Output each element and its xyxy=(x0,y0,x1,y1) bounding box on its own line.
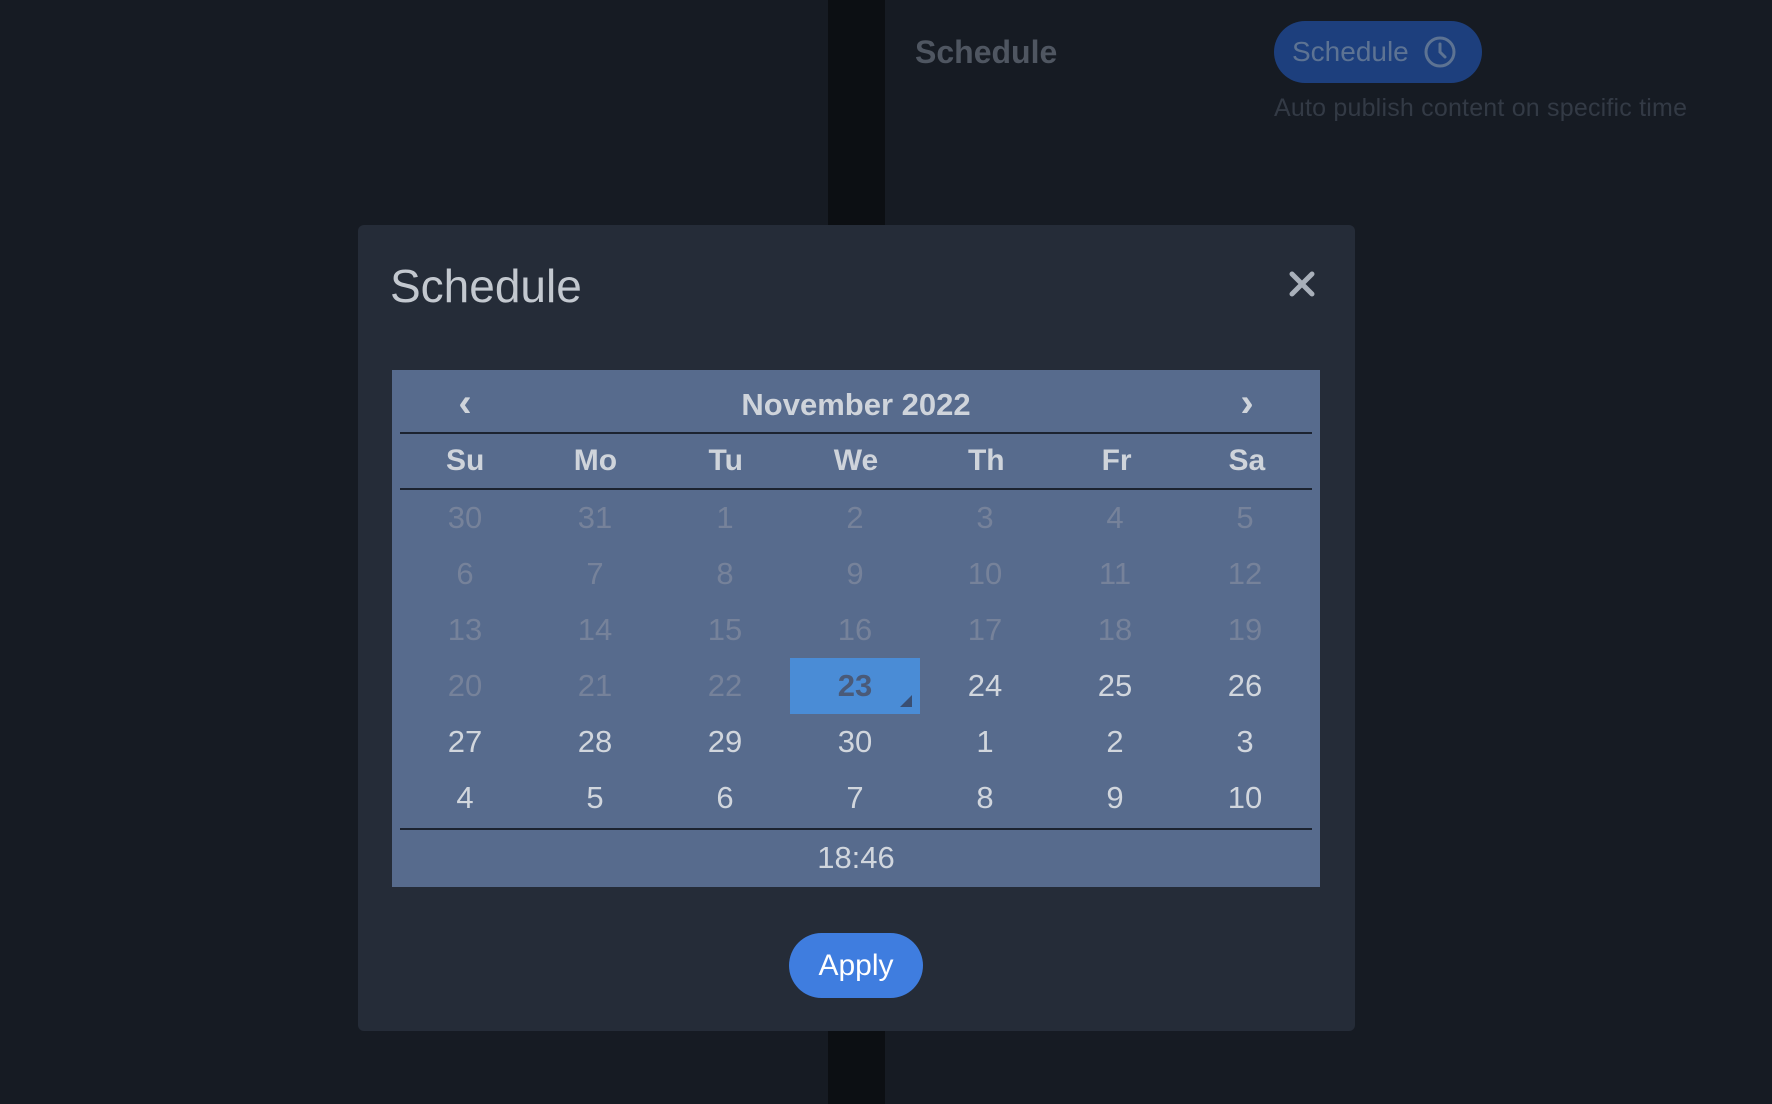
calendar-day: 10 xyxy=(967,556,1003,591)
calendar-day: 18 xyxy=(1097,612,1133,647)
close-button[interactable] xyxy=(1285,267,1319,301)
schedule-modal: Schedule ‹ November 2022 › Su Mo Tu We Th Fr S… xyxy=(358,225,1355,1031)
weekday-label: Su xyxy=(445,444,485,477)
weekday-label: We xyxy=(833,444,879,477)
calendar-day: 11 xyxy=(1098,556,1132,591)
calendar-day: 22 xyxy=(707,668,743,703)
calendar-day[interactable]: 24 xyxy=(920,658,1050,714)
schedule-button[interactable]: Schedule xyxy=(1274,21,1482,83)
calendar-days-grid: 30 31 1 2 3 4 5 6 7 8 9 10 11 12 13 14 15 16 17 18 19 20 21 22 2… xyxy=(400,490,1312,830)
calendar-day[interactable]: 6 xyxy=(660,770,790,826)
calendar-day: 1 xyxy=(716,500,734,535)
calendar-day: 20 xyxy=(447,668,483,703)
weekday-label: Fr xyxy=(1101,444,1132,477)
app-root: Schedule Schedule Auto publish content o… xyxy=(0,0,1772,1104)
calendar-day[interactable]: 2 xyxy=(1050,714,1180,770)
calendar-day: 19 xyxy=(1227,612,1263,647)
time-selector[interactable]: 18:46 xyxy=(400,830,1312,886)
calendar-day[interactable]: 30 xyxy=(790,714,920,770)
calendar-day: 5 xyxy=(1236,500,1254,535)
calendar-day: 7 xyxy=(586,556,604,591)
calendar-day[interactable]: 4 xyxy=(400,770,530,826)
calendar-day[interactable]: 29 xyxy=(660,714,790,770)
schedule-help-text: Auto publish content on specific time xyxy=(1274,94,1688,122)
modal-title: Schedule xyxy=(390,260,582,312)
calendar-day: 16 xyxy=(837,612,873,647)
date-picker: ‹ November 2022 › Su Mo Tu We Th Fr Sa 30 31 1 2 3… xyxy=(392,370,1320,887)
calendar-day[interactable]: 28 xyxy=(530,714,660,770)
calendar-day[interactable]: 25 xyxy=(1050,658,1180,714)
clock-icon xyxy=(1424,36,1456,68)
calendar-day[interactable]: 3 xyxy=(1180,714,1310,770)
calendar-day: 3 xyxy=(976,500,994,535)
next-month-button[interactable]: › xyxy=(1217,376,1277,430)
calendar-day: 15 xyxy=(707,612,743,647)
schedule-section-label: Schedule xyxy=(915,34,1058,70)
calendar-day: 6 xyxy=(456,556,474,591)
weekday-label: Th xyxy=(967,444,1005,477)
calendar-day: 4 xyxy=(1106,500,1124,535)
weekday-label: Tu xyxy=(708,444,743,477)
calendar-day: 14 xyxy=(577,612,613,647)
weekday-label: Mo xyxy=(573,444,618,477)
weekday-header: Su Mo Tu We Th Fr Sa xyxy=(400,434,1312,490)
calendar-day: 31 xyxy=(577,500,613,535)
calendar-day[interactable]: 9 xyxy=(1050,770,1180,826)
calendar-day[interactable]: 5 xyxy=(530,770,660,826)
calendar-header: ‹ November 2022 › xyxy=(400,370,1312,434)
calendar-day: 2 xyxy=(846,500,864,535)
close-icon xyxy=(1289,271,1315,297)
calendar-day: 21 xyxy=(577,668,613,703)
calendar-month-label[interactable]: November 2022 xyxy=(400,387,1312,423)
calendar-day[interactable]: 10 xyxy=(1180,770,1310,826)
calendar-day: 12 xyxy=(1227,556,1263,591)
calendar-day: 8 xyxy=(716,556,734,591)
calendar-day[interactable]: 8 xyxy=(920,770,1050,826)
calendar-day: 30 xyxy=(447,500,483,535)
calendar-day[interactable]: 27 xyxy=(400,714,530,770)
calendar-day-selected[interactable]: 23 xyxy=(790,658,920,714)
apply-button[interactable]: Apply xyxy=(789,933,923,998)
calendar-day[interactable]: 1 xyxy=(920,714,1050,770)
calendar-day: 9 xyxy=(846,556,864,591)
calendar-day[interactable]: 26 xyxy=(1180,658,1310,714)
weekday-label: Sa xyxy=(1228,444,1266,477)
calendar-day: 13 xyxy=(447,612,483,647)
calendar-day[interactable]: 7 xyxy=(790,770,920,826)
calendar-day: 17 xyxy=(967,612,1003,647)
schedule-button-label: Schedule xyxy=(1292,36,1409,67)
